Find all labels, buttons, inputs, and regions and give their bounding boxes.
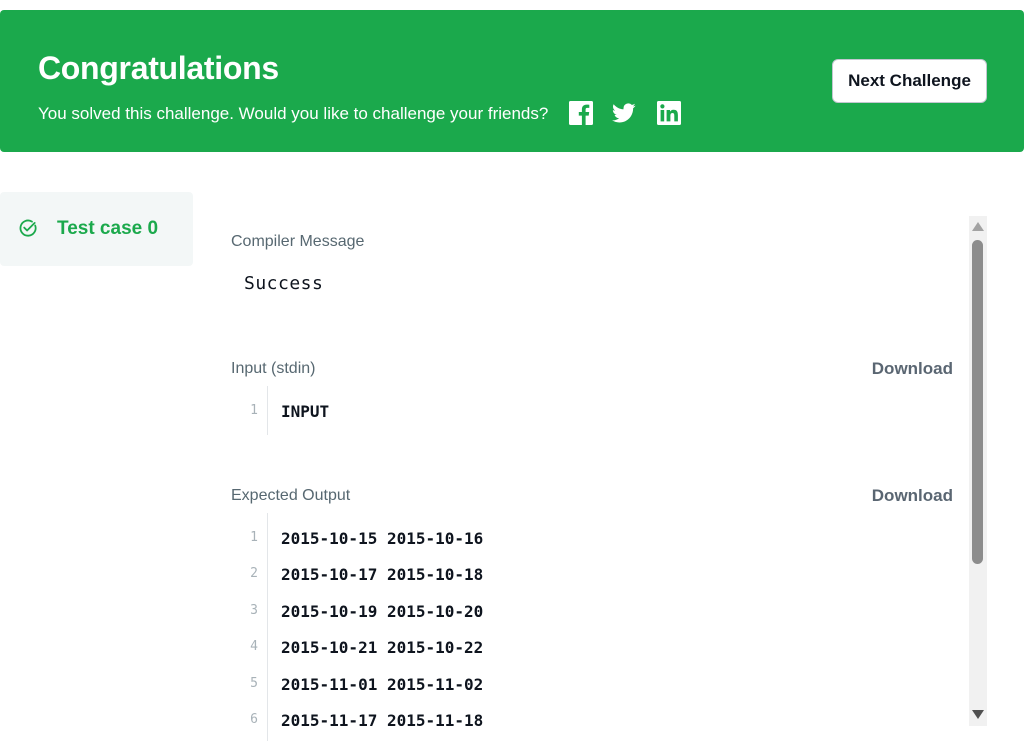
code-line: 2015-10-21 2015-10-22 [281,638,484,657]
line-number: 6 [250,712,258,727]
twitter-icon[interactable] [612,101,636,125]
line-number: 2 [250,566,258,581]
expected-output-label: Expected Output [231,487,351,504]
banner-subtitle: You solved this challenge. Would you lik… [38,104,549,123]
line-number: 5 [250,676,258,691]
code-line: 2015-10-15 2015-10-16 [281,529,484,548]
line-number: 1 [250,403,258,418]
test-case-tab[interactable]: Test case 0 [0,192,193,266]
vertical-scrollbar[interactable] [969,216,987,726]
facebook-icon[interactable] [569,101,593,125]
compiler-message-label: Compiler Message [231,233,365,250]
scroll-down-arrow-icon[interactable] [972,710,984,719]
check-circle-icon [19,219,37,237]
input-download-link[interactable]: Download [872,359,953,379]
expected-download-link[interactable]: Download [872,486,953,506]
input-label: Input (stdin) [231,360,316,377]
code-line: 2015-10-19 2015-10-20 [281,602,484,621]
code-line: 2015-11-01 2015-11-02 [281,675,484,694]
compiler-message-text: Success [244,273,324,294]
banner-title: Congratulations [38,50,279,86]
gutter-divider [267,513,268,741]
test-case-label: Test case 0 [57,218,159,239]
next-challenge-button[interactable]: Next Challenge [832,59,987,103]
linkedin-icon[interactable] [657,101,681,125]
input-code-block: 1 INPUT [231,386,931,436]
line-number: 4 [250,639,258,654]
scrollbar-thumb[interactable] [972,240,983,564]
code-line: 2015-10-17 2015-10-18 [281,565,484,584]
code-line: 2015-11-17 2015-11-18 [281,711,484,730]
gutter-divider [267,386,268,435]
code-line: INPUT [281,402,330,421]
line-number: 1 [250,530,258,545]
scroll-up-arrow-icon[interactable] [972,222,984,231]
line-number: 3 [250,603,258,618]
expected-code-block: 1 2015-10-15 2015-10-16 2 2015-10-17 201… [231,513,931,741]
